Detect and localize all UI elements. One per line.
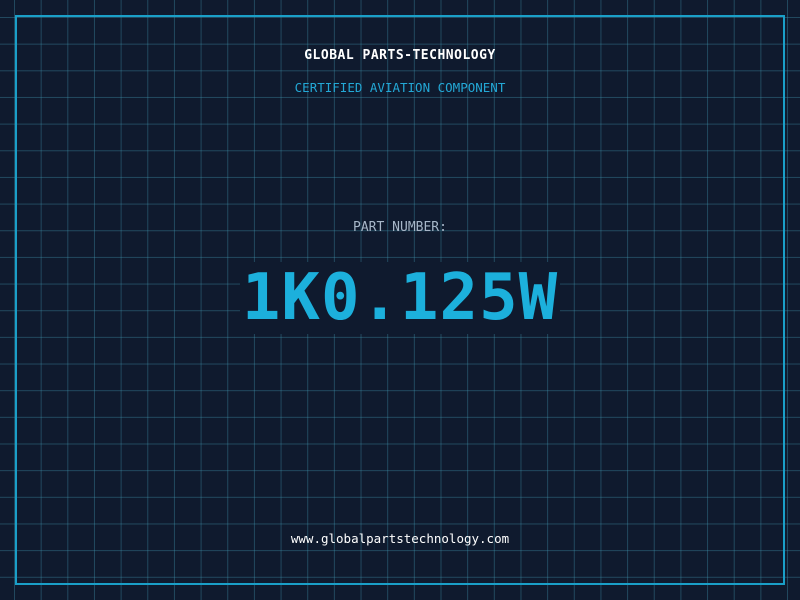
website-url: www.globalpartstechnology.com (290, 531, 510, 546)
part-number-value: 1K0.125W (239, 261, 561, 335)
part-number-container: 1K0.125W (0, 262, 800, 334)
part-number-label: PART NUMBER: (353, 220, 447, 235)
certification-subtitle: CERTIFIED AVIATION COMPONENT (294, 80, 506, 95)
company-name: GLOBAL PARTS-TECHNOLOGY (304, 48, 496, 63)
